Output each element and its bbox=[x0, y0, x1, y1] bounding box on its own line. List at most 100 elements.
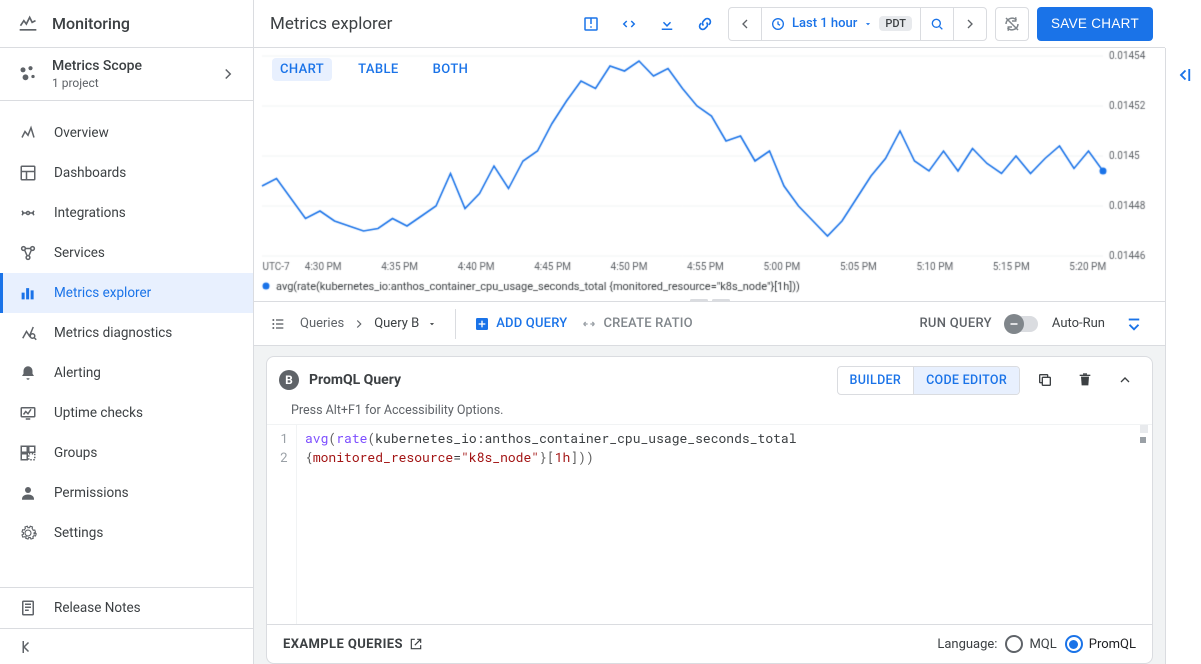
sidebar-item-services[interactable]: Services bbox=[0, 233, 253, 273]
language-option-promql[interactable]: PromQL bbox=[1065, 635, 1136, 653]
settings-icon bbox=[18, 524, 38, 542]
sidebar-item-label: Dashboards bbox=[54, 165, 126, 181]
run-query-button[interactable]: RUN QUERY bbox=[919, 316, 991, 331]
monitoring-icon bbox=[18, 13, 38, 35]
uptime-checks-icon bbox=[18, 404, 38, 422]
alerting-icon bbox=[18, 364, 38, 382]
editor-mode-toggle: BUILDER CODE EDITOR bbox=[837, 366, 1020, 395]
metrics-diagnostics-icon bbox=[18, 324, 38, 342]
sidebar-item-dashboards[interactable]: Dashboards bbox=[0, 153, 253, 193]
collapse-card-icon[interactable] bbox=[1110, 365, 1140, 395]
sidebar-item-alerting[interactable]: Alerting bbox=[0, 353, 253, 393]
sidebar: Monitoring Metrics Scope 1 project Overv… bbox=[0, 0, 254, 664]
language-option-mql[interactable]: MQL bbox=[1005, 635, 1056, 653]
api-icon[interactable] bbox=[614, 9, 644, 39]
dashboards-icon bbox=[18, 164, 38, 182]
auto-run-switch[interactable] bbox=[1006, 316, 1038, 332]
main-area: Metrics explorer Last 1 hour PDT SAVE CH… bbox=[254, 0, 1165, 664]
timezone-chip: PDT bbox=[879, 16, 912, 31]
sidebar-item-uptime-checks[interactable]: Uptime checks bbox=[0, 393, 253, 433]
download-icon[interactable] bbox=[652, 9, 682, 39]
query-card-footer: EXAMPLE QUERIES Language: MQL PromQL bbox=[267, 624, 1152, 663]
release-notes-link[interactable]: Release Notes bbox=[0, 588, 253, 628]
integrations-icon bbox=[18, 204, 38, 222]
release-notes-icon bbox=[18, 599, 38, 617]
sidebar-item-metrics-diagnostics[interactable]: Metrics diagnostics bbox=[0, 313, 253, 353]
list-icon bbox=[270, 316, 286, 332]
editor-minimap bbox=[1140, 425, 1148, 443]
current-query-label[interactable]: Query B bbox=[374, 316, 419, 331]
metrics-scope-row[interactable]: Metrics Scope 1 project bbox=[0, 48, 253, 101]
overview-icon bbox=[18, 124, 38, 142]
add-query-label: ADD QUERY bbox=[496, 316, 567, 331]
groups-icon bbox=[18, 444, 38, 462]
time-zoom-button[interactable] bbox=[920, 8, 953, 40]
product-title: Monitoring bbox=[52, 14, 130, 33]
code-content[interactable]: avg(rate(kubernetes_io:anthos_container_… bbox=[297, 425, 805, 624]
permissions-icon bbox=[18, 484, 38, 502]
chevron-right-icon bbox=[219, 65, 237, 83]
share-link-icon[interactable] bbox=[690, 9, 720, 39]
copy-query-icon[interactable] bbox=[1030, 365, 1060, 395]
services-icon bbox=[18, 244, 38, 262]
sidebar-item-groups[interactable]: Groups bbox=[0, 433, 253, 473]
auto-run-label: Auto-Run bbox=[1052, 316, 1105, 331]
queries-label: Queries bbox=[300, 316, 344, 331]
sidebar-item-label: Services bbox=[54, 245, 105, 261]
add-query-button[interactable]: ADD QUERY bbox=[474, 316, 567, 332]
example-queries-button[interactable]: EXAMPLE QUERIES bbox=[283, 637, 423, 652]
resize-handle[interactable] bbox=[690, 299, 730, 305]
chart-canvas[interactable] bbox=[254, 48, 1165, 302]
product-header: Monitoring bbox=[0, 0, 253, 48]
collapse-queries-icon[interactable] bbox=[1119, 309, 1149, 339]
sidebar-item-label: Settings bbox=[54, 525, 103, 541]
topbar: Metrics explorer Last 1 hour PDT SAVE CH… bbox=[254, 0, 1165, 48]
scope-subtitle: 1 project bbox=[52, 76, 205, 90]
radio-checked-icon bbox=[1065, 635, 1083, 653]
time-range-label: Last 1 hour bbox=[792, 16, 857, 31]
sidebar-item-label: Uptime checks bbox=[54, 405, 143, 421]
time-next-button[interactable] bbox=[953, 8, 986, 40]
query-badge: B bbox=[279, 370, 299, 390]
expand-right-panel-button[interactable] bbox=[1165, 48, 1201, 664]
scope-title: Metrics Scope bbox=[52, 58, 205, 74]
language-label: Language: bbox=[937, 637, 997, 652]
code-gutter: 1 2 bbox=[267, 425, 297, 624]
sidebar-item-label: Groups bbox=[54, 445, 97, 461]
sidebar-item-label: Integrations bbox=[54, 205, 126, 221]
sidebar-item-metrics-explorer[interactable]: Metrics explorer bbox=[0, 273, 253, 313]
save-to-dashboard-icon[interactable] bbox=[576, 9, 606, 39]
sidebar-item-label: Overview bbox=[54, 125, 109, 141]
sidebar-item-integrations[interactable]: Integrations bbox=[0, 193, 253, 233]
metrics-explorer-icon bbox=[18, 284, 38, 302]
chart-panel: CHART TABLE BOTH bbox=[254, 48, 1165, 302]
accessibility-note: Press Alt+F1 for Accessibility Options. bbox=[267, 403, 1152, 425]
save-chart-button[interactable]: SAVE CHART bbox=[1037, 7, 1153, 41]
editor-mode-builder[interactable]: BUILDER bbox=[838, 367, 914, 394]
auto-refresh-off-icon[interactable] bbox=[995, 7, 1029, 41]
nav-list: Overview Dashboards Integrations Services Me… bbox=[0, 101, 253, 587]
scope-icon bbox=[18, 64, 38, 84]
sidebar-item-permissions[interactable]: Permissions bbox=[0, 473, 253, 513]
query-card-header: B PromQL Query BUILDER CODE EDITOR bbox=[267, 357, 1152, 403]
sidebar-item-overview[interactable]: Overview bbox=[0, 113, 253, 153]
query-card-title: PromQL Query bbox=[309, 372, 401, 388]
create-ratio-button[interactable]: CREATE RATIO bbox=[581, 316, 692, 332]
editor-mode-code[interactable]: CODE EDITOR bbox=[913, 367, 1019, 394]
sidebar-item-label: Metrics diagnostics bbox=[54, 325, 172, 341]
sidebar-item-settings[interactable]: Settings bbox=[0, 513, 253, 553]
time-prev-button[interactable] bbox=[729, 8, 761, 40]
release-notes-label: Release Notes bbox=[54, 600, 141, 616]
time-range-picker: Last 1 hour PDT bbox=[728, 7, 987, 41]
create-ratio-label: CREATE RATIO bbox=[603, 316, 692, 331]
delete-query-icon[interactable] bbox=[1070, 365, 1100, 395]
sidebar-item-label: Alerting bbox=[54, 365, 101, 381]
query-editor-area: B PromQL Query BUILDER CODE EDITOR Press… bbox=[254, 346, 1165, 664]
page-title: Metrics explorer bbox=[270, 14, 568, 34]
time-range-button[interactable]: Last 1 hour PDT bbox=[761, 8, 920, 40]
sidebar-item-label: Permissions bbox=[54, 485, 129, 501]
query-card: B PromQL Query BUILDER CODE EDITOR Press… bbox=[266, 356, 1153, 664]
code-editor[interactable]: 1 2 avg(rate(kubernetes_io:anthos_contai… bbox=[267, 425, 1152, 624]
collapse-sidebar-button[interactable] bbox=[0, 628, 253, 664]
content: CHART TABLE BOTH Queries Query B ADD QUE… bbox=[254, 48, 1165, 664]
